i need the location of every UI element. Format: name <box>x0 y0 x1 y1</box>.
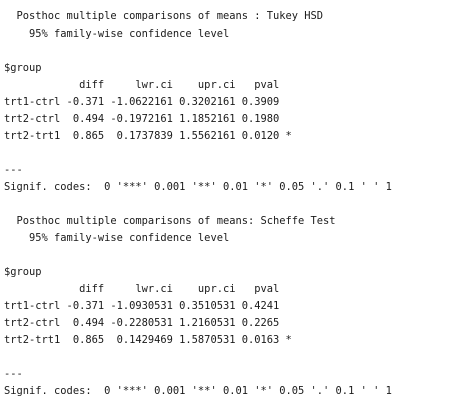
tukey-column-header: diff lwr.ci upr.ci pval <box>4 79 280 91</box>
tukey-confidence-level: 95% family-wise confidence level <box>4 28 230 40</box>
scheffe-column-header: diff lwr.ci upr.ci pval <box>4 283 280 295</box>
tukey-group-label: $group <box>4 62 42 74</box>
tukey-row-trt2-ctrl: trt2-ctrl 0.494 -0.1972161 1.1852161 0.1… <box>4 113 280 125</box>
scheffe-signif-codes: Signif. codes: 0 '***' 0.001 '**' 0.01 '… <box>4 385 392 397</box>
r-console-output: Posthoc multiple comparisons of means : … <box>4 0 475 409</box>
tukey-separator: --- <box>4 164 23 176</box>
scheffe-title: Posthoc multiple comparisons of means: S… <box>4 215 336 227</box>
scheffe-group-label: $group <box>4 266 42 278</box>
scheffe-separator: --- <box>4 368 23 380</box>
scheffe-row-trt2-ctrl: trt2-ctrl 0.494 -0.2280531 1.2160531 0.2… <box>4 317 280 329</box>
scheffe-row-trt1-ctrl: trt1-ctrl -0.371 -1.0930531 0.3510531 0.… <box>4 300 280 312</box>
tukey-row-trt1-ctrl: trt1-ctrl -0.371 -1.0622161 0.3202161 0.… <box>4 96 280 108</box>
scheffe-row-trt2-trt1: trt2-trt1 0.865 0.1429469 1.5870531 0.01… <box>4 334 292 346</box>
tukey-row-trt2-trt1: trt2-trt1 0.865 0.1737839 1.5562161 0.01… <box>4 130 292 142</box>
tukey-signif-codes: Signif. codes: 0 '***' 0.001 '**' 0.01 '… <box>4 181 392 193</box>
scheffe-confidence-level: 95% family-wise confidence level <box>4 232 230 244</box>
tukey-title: Posthoc multiple comparisons of means : … <box>4 10 324 22</box>
